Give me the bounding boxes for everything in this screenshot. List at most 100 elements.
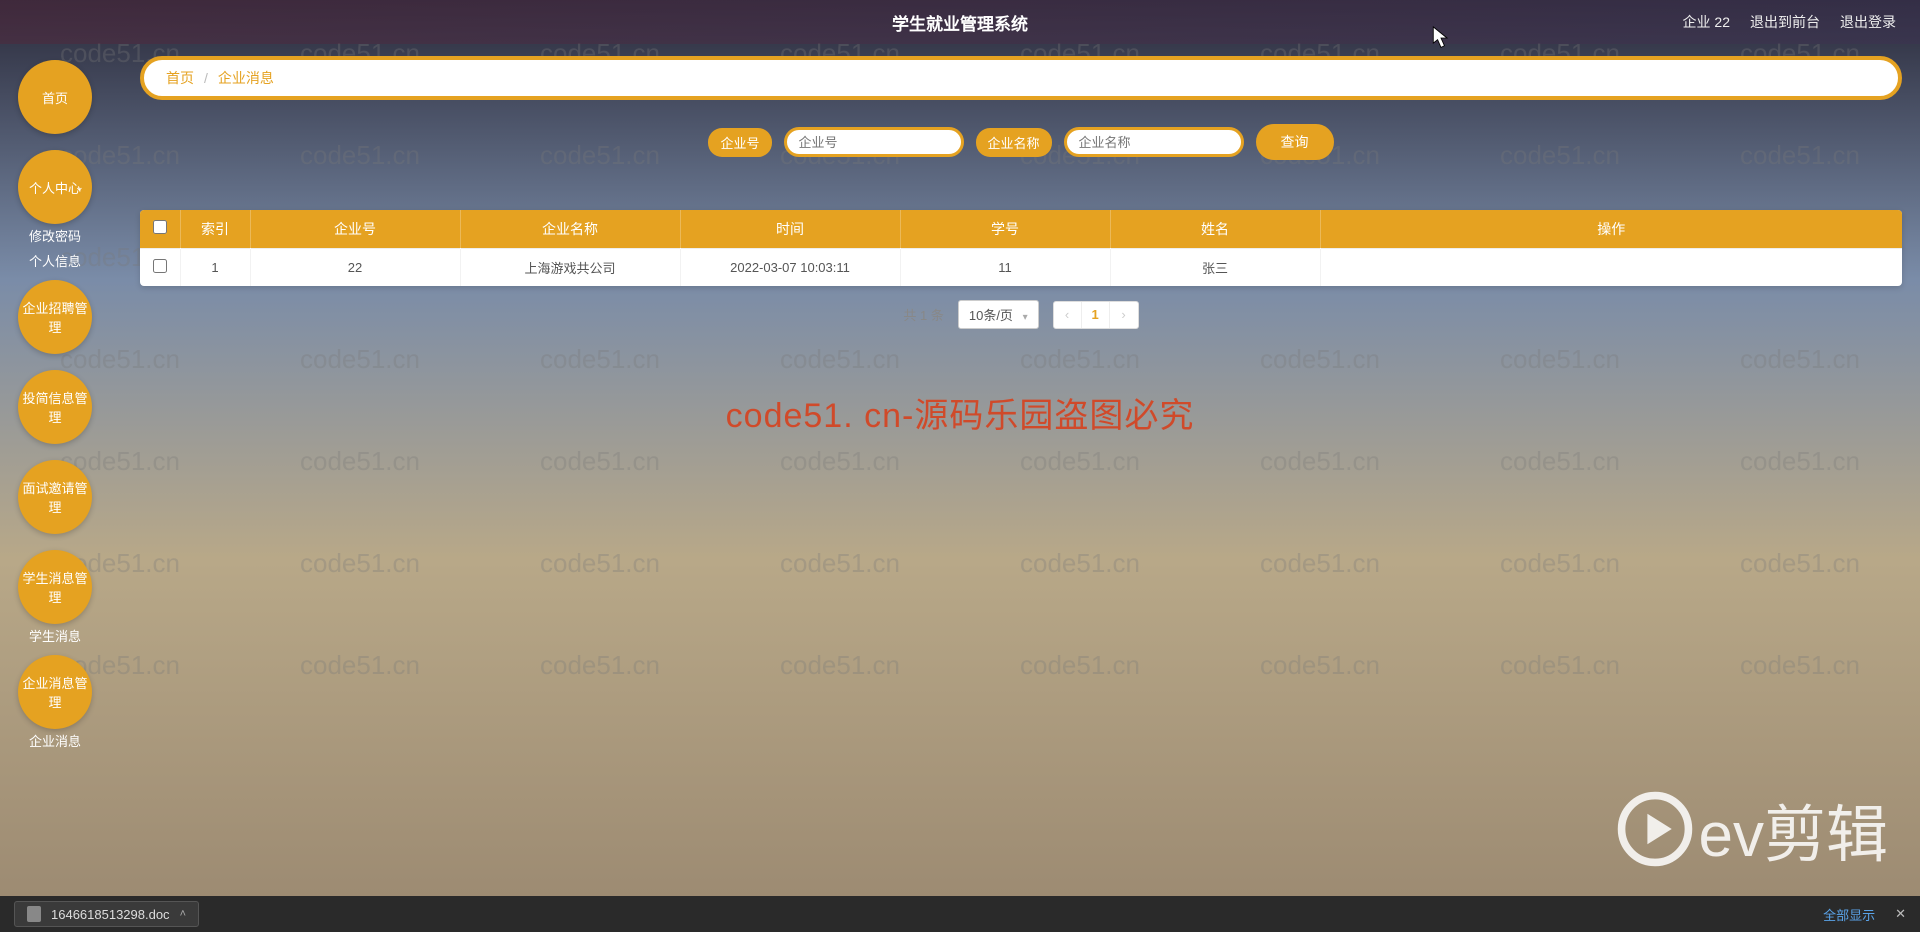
- data-table: 索引 企业号 企业名称 时间 学号 姓名 操作 1 22 上海游戏共公司 202…: [140, 210, 1902, 286]
- chevron-up-icon: ˄: [180, 908, 186, 920]
- cell-time: 2022-03-07 10:03:11: [680, 248, 900, 286]
- wm: code51.cn: [1260, 344, 1380, 375]
- pagination-summary: 共 1 条: [903, 305, 943, 324]
- breadcrumb-current: 企业消息: [218, 68, 274, 88]
- cell-action: [1320, 248, 1902, 286]
- col-company-id: 企业号: [250, 210, 460, 248]
- search-row: 企业号 企业名称 查询: [140, 124, 1902, 160]
- sidebar-label: 个人中心: [29, 178, 81, 197]
- center-watermark: code51. cn-源码乐园盗图必究: [726, 388, 1195, 437]
- sidebar: 首页 个人中心 ⌄ 修改密码 个人信息 企业招聘管理 投简信息管理 面试邀请管理…: [18, 60, 108, 760]
- show-all-link[interactable]: 全部显示: [1823, 905, 1875, 924]
- breadcrumb: 首页 / 企业消息: [140, 56, 1902, 100]
- sidebar-item-home[interactable]: 首页: [18, 60, 92, 134]
- wm: code51.cn: [1500, 344, 1620, 375]
- wm: code51.cn: [780, 344, 900, 375]
- sidebar-subitem-change-password[interactable]: 修改密码: [18, 226, 92, 245]
- search-label-company-id: 企业号: [708, 128, 771, 157]
- sidebar-subitem-student-msg[interactable]: 学生消息: [18, 626, 92, 645]
- pager-next[interactable]: ›: [1110, 302, 1138, 328]
- sidebar-label: 首页: [42, 88, 68, 107]
- exit-to-front-link[interactable]: 退出到前台: [1750, 12, 1820, 32]
- search-input-company-id[interactable]: [784, 127, 964, 157]
- search-label-company-name: 企业名称: [976, 128, 1052, 157]
- search-button[interactable]: 查询: [1256, 124, 1334, 160]
- wm: code51.cn: [300, 650, 420, 681]
- file-icon: [27, 906, 41, 922]
- pager-page-1[interactable]: 1: [1082, 302, 1110, 328]
- play-icon: [1617, 791, 1693, 867]
- sidebar-item-interview[interactable]: 面试邀请管理: [18, 460, 92, 534]
- cell-company-id: 22: [250, 248, 460, 286]
- wm: code51.cn: [1260, 446, 1380, 477]
- sidebar-label: 企业消息管理: [18, 673, 92, 711]
- sidebar-label: 面试邀请管理: [18, 478, 92, 516]
- wm: code51.cn: [1740, 548, 1860, 579]
- wm: code51.cn: [300, 548, 420, 579]
- wm: code51.cn: [1260, 650, 1380, 681]
- brand-text: ev剪辑: [1699, 784, 1888, 874]
- download-filename: 1646618513298.doc: [51, 907, 170, 922]
- chevron-down-icon: ▾: [1023, 312, 1028, 323]
- wm: code51.cn: [300, 344, 420, 375]
- sidebar-subitem-company-msg[interactable]: 企业消息: [18, 731, 92, 750]
- sidebar-item-resume[interactable]: 投简信息管理: [18, 370, 92, 444]
- wm: code51.cn: [1020, 446, 1140, 477]
- cell-student-name: 张三: [1110, 248, 1320, 286]
- wm: code51.cn: [1740, 344, 1860, 375]
- download-chip[interactable]: 1646618513298.doc ˄: [14, 901, 199, 927]
- wm: code51.cn: [1260, 548, 1380, 579]
- close-icon[interactable]: ✕: [1895, 906, 1906, 922]
- brand-logo: ev剪辑: [1617, 784, 1888, 874]
- wm: code51.cn: [1740, 650, 1860, 681]
- sidebar-label: 学生消息管理: [18, 568, 92, 606]
- current-user[interactable]: 企业 22: [1683, 12, 1730, 32]
- wm: code51.cn: [540, 344, 660, 375]
- table-row[interactable]: 1 22 上海游戏共公司 2022-03-07 10:03:11 11 张三: [140, 248, 1902, 286]
- page-size-value: 10条/页: [969, 308, 1013, 323]
- main-content: 首页 / 企业消息 企业号 企业名称 查询 索引 企业号 企业名称 时间 学号 …: [140, 56, 1902, 329]
- wm: code51.cn: [780, 446, 900, 477]
- sidebar-item-student-msg-mgmt[interactable]: 学生消息管理: [18, 550, 92, 624]
- wm: code51.cn: [540, 446, 660, 477]
- pagination: 共 1 条 10条/页 ▾ ‹ 1 ›: [140, 300, 1902, 329]
- cell-company-name: 上海游戏共公司: [460, 248, 680, 286]
- col-student-name: 姓名: [1110, 210, 1320, 248]
- col-action: 操作: [1320, 210, 1902, 248]
- wm: code51.cn: [1020, 548, 1140, 579]
- search-input-company-name[interactable]: [1064, 127, 1244, 157]
- sidebar-item-personal[interactable]: 个人中心 ⌄: [18, 150, 92, 224]
- wm: code51.cn: [780, 650, 900, 681]
- sidebar-item-recruit[interactable]: 企业招聘管理: [18, 280, 92, 354]
- sidebar-label: 企业招聘管理: [18, 298, 92, 336]
- wm: code51.cn: [540, 650, 660, 681]
- col-company-name: 企业名称: [460, 210, 680, 248]
- sidebar-label: 投简信息管理: [18, 388, 92, 426]
- col-time: 时间: [680, 210, 900, 248]
- wm: code51.cn: [1500, 650, 1620, 681]
- wm: code51.cn: [1500, 446, 1620, 477]
- col-student-id: 学号: [900, 210, 1110, 248]
- wm: code51.cn: [1020, 650, 1140, 681]
- row-checkbox[interactable]: [153, 259, 167, 273]
- wm: code51.cn: [780, 548, 900, 579]
- wm: code51.cn: [540, 548, 660, 579]
- cell-index: 1: [180, 248, 250, 286]
- wm: code51.cn: [1740, 446, 1860, 477]
- pager-prev[interactable]: ‹: [1054, 302, 1082, 328]
- cell-student-id: 11: [900, 248, 1110, 286]
- app-title: 学生就业管理系统: [892, 10, 1028, 35]
- breadcrumb-separator: /: [204, 70, 208, 86]
- sidebar-subitem-personal-info[interactable]: 个人信息: [18, 251, 92, 270]
- page-size-select[interactable]: 10条/页 ▾: [958, 300, 1039, 329]
- breadcrumb-home[interactable]: 首页: [166, 68, 194, 88]
- chevron-down-icon: ⌄: [75, 181, 84, 194]
- taskbar: 1646618513298.doc ˄ 全部显示 ✕: [0, 896, 1920, 932]
- select-all-checkbox[interactable]: [153, 220, 167, 234]
- logout-link[interactable]: 退出登录: [1840, 12, 1896, 32]
- col-checkbox: [140, 210, 180, 248]
- sidebar-item-company-msg-mgmt[interactable]: 企业消息管理: [18, 655, 92, 729]
- header: 学生就业管理系统 企业 22 退出到前台 退出登录: [0, 0, 1920, 44]
- col-index: 索引: [180, 210, 250, 248]
- wm: code51.cn: [1020, 344, 1140, 375]
